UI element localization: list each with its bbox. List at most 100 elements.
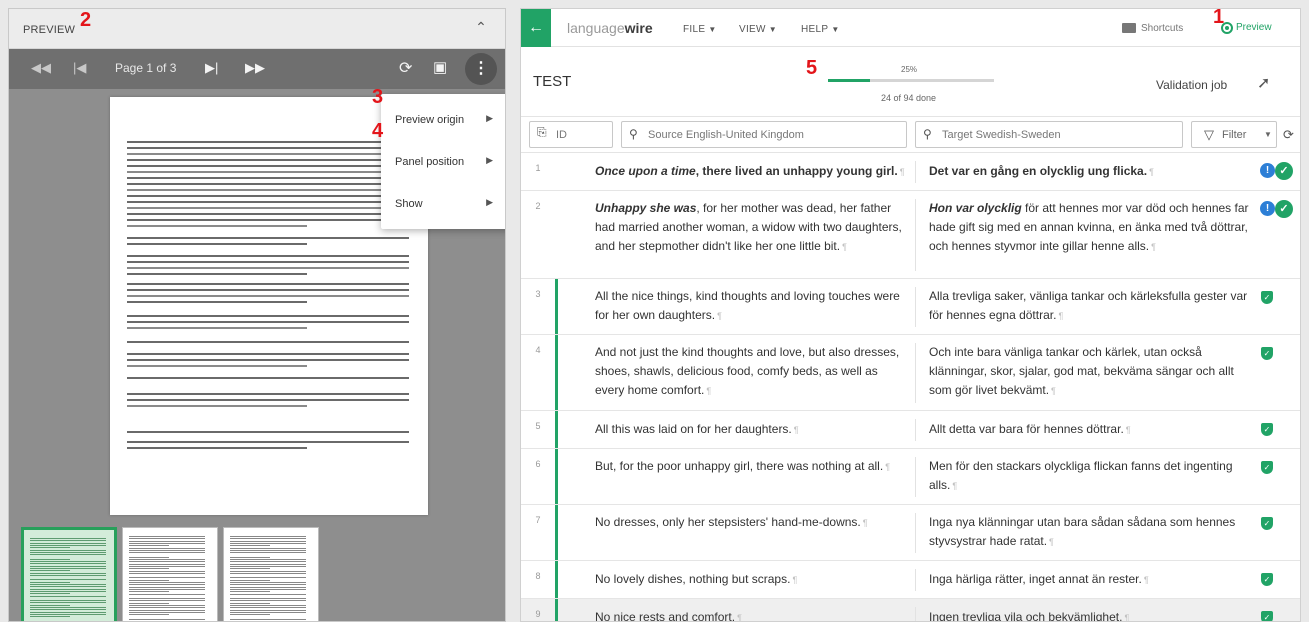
thumbnail-text-line	[230, 586, 306, 588]
editor-panel: ← languagewire FILE ▼ VIEW ▼ HELP ▼ Shortcu…	[520, 8, 1301, 622]
source-text[interactable]: No nice rests and comfort. ¶	[595, 608, 905, 622]
reload-icon[interactable]: ⟳	[399, 58, 412, 78]
thumbnail-text-line	[129, 593, 205, 595]
chevron-up-icon[interactable]: ⌃	[471, 19, 491, 36]
refresh-icon[interactable]: ⟳	[1283, 127, 1294, 143]
menu-file[interactable]: FILE ▼	[683, 24, 717, 35]
annotation-3: 3	[372, 86, 384, 108]
segment-row[interactable]: 5 All this was laid on for her daughters.…	[521, 411, 1300, 449]
caret-down-icon: ▼	[768, 25, 777, 34]
segment-row[interactable]: 6 But, for the poor unhappy girl, there w…	[521, 449, 1300, 505]
thumbnail-text-line	[230, 593, 306, 595]
keyboard-icon[interactable]	[1122, 23, 1136, 33]
back-arrow-icon[interactable]: ←	[521, 9, 551, 47]
more-vertical-icon[interactable]: ⋮	[465, 53, 497, 85]
validated-shield-icon[interactable]: ✓	[1261, 573, 1273, 586]
source-text[interactable]: Unhappy she was, for her mother was dead…	[595, 199, 905, 257]
thumbnail-text-line	[129, 559, 205, 560]
page-text-line	[127, 153, 409, 155]
source-text[interactable]: All this was laid on for her daughters. ¶	[595, 420, 905, 440]
segment-row[interactable]: 8 No lovely dishes, nothing but scraps. ¶ I…	[521, 561, 1300, 599]
job-bar: TEST 25% 24 of 94 done Validation job ➚	[521, 47, 1300, 117]
annotation-1: 1	[1213, 6, 1225, 28]
page-text-line	[127, 405, 307, 407]
column-divider	[915, 569, 916, 591]
prev-page-icon[interactable]: |◀	[73, 60, 86, 76]
first-page-icon[interactable]: ◀◀	[31, 60, 51, 76]
thumbnail-text-line	[129, 536, 205, 537]
target-text[interactable]: Det var en gång en olycklig ung flicka. ¶	[929, 162, 1249, 182]
thumbnail-text-line	[230, 568, 270, 570]
preview-toggle[interactable]: Preview	[1236, 22, 1272, 33]
chevron-right-icon: ▶	[486, 197, 493, 207]
app-root: PREVIEW ⌃ ◀◀ |◀ Page 1 of 3 ▶| ▶▶ ⟳ ▣ ⋮ …	[0, 0, 1309, 622]
annotation-2: 2	[80, 9, 92, 31]
menu-item-panel-position[interactable]: Panel position ▶	[381, 142, 505, 182]
source-text[interactable]: No lovely dishes, nothing but scraps. ¶	[595, 570, 905, 590]
segment-row[interactable]: 4 And not just the kind thoughts and love…	[521, 335, 1300, 411]
target-text[interactable]: Inga nya klänningar utan bara sådan såda…	[929, 513, 1249, 552]
target-text[interactable]: Inga härliga rätter, inget annat än rest…	[929, 570, 1249, 590]
target-text[interactable]: Allt detta var bara för hennes döttrar. ¶	[929, 420, 1249, 440]
menu-help[interactable]: HELP ▼	[801, 24, 840, 35]
thumbnail-page-1[interactable]	[21, 527, 117, 621]
menu-view[interactable]: VIEW ▼	[739, 24, 777, 35]
validated-shield-icon[interactable]: ✓	[1261, 517, 1273, 530]
menu-item-show[interactable]: Show ▶	[381, 184, 505, 224]
segment-row[interactable]: 2 Unhappy she was, for her mother was dea…	[521, 191, 1300, 279]
thumbnail-text-line	[129, 611, 205, 613]
segment-number: 9	[521, 599, 555, 621]
segment-status-bar	[555, 599, 558, 621]
source-text[interactable]: Once upon a time, there lived an unhappy…	[595, 162, 905, 182]
open-external-icon[interactable]: ▣	[433, 58, 447, 76]
thumbnail-text-line	[129, 552, 205, 554]
target-text[interactable]: Men för den stackars olyckliga flickan f…	[929, 457, 1249, 496]
segment-row[interactable]: 3 All the nice things, kind thoughts and …	[521, 279, 1300, 335]
segment-number: 2	[521, 191, 555, 278]
menu-item-preview-origin[interactable]: Preview origin ▶	[381, 100, 505, 140]
validated-shield-icon[interactable]: ✓	[1261, 461, 1273, 474]
segment-row[interactable]: 9 No nice rests and comfort. ¶ Ingen trevli…	[521, 599, 1300, 622]
info-icon[interactable]: !	[1260, 201, 1275, 216]
thumbnail-text-line	[30, 595, 106, 597]
confirmed-check-icon[interactable]: ✓	[1275, 162, 1293, 180]
page-text-line	[127, 219, 409, 221]
source-text-content: No lovely dishes, nothing but scraps.	[595, 572, 791, 586]
target-text[interactable]: Alla trevliga saker, vänliga tankar och …	[929, 287, 1249, 326]
validated-shield-icon[interactable]: ✓	[1261, 291, 1273, 304]
next-page-icon[interactable]: ▶|	[205, 60, 218, 76]
segment-number-label: 6	[535, 459, 541, 469]
target-text[interactable]: Och inte bara vänliga tankar och kärlek,…	[929, 343, 1249, 401]
last-page-icon[interactable]: ▶▶	[245, 60, 265, 76]
shortcuts-link[interactable]: Shortcuts	[1141, 23, 1183, 34]
thumbnail-text-line	[30, 613, 106, 615]
info-icon[interactable]: !	[1260, 163, 1275, 178]
source-text[interactable]: No dresses, only her stepsisters' hand-m…	[595, 513, 905, 533]
validated-shield-icon[interactable]: ✓	[1261, 423, 1273, 436]
thumbnail-text-line	[230, 598, 306, 600]
page-text-line	[127, 315, 409, 317]
target-text-content: Och inte bara vänliga tankar och kärlek,…	[929, 345, 1234, 397]
target-text[interactable]: Hon var olycklig för att hennes mor var …	[929, 199, 1249, 257]
thumbnail-page-3[interactable]	[223, 527, 319, 621]
filter-button[interactable]: ▽ Filter ▼	[1191, 121, 1277, 148]
thumbnail-text-line	[230, 584, 306, 586]
segment-number-label: 8	[535, 571, 541, 581]
thumbnail-text-line	[30, 611, 106, 613]
validated-shield-icon[interactable]: ✓	[1261, 347, 1273, 360]
source-search-input[interactable]	[621, 121, 907, 148]
source-text[interactable]: But, for the poor unhappy girl, there wa…	[595, 457, 905, 477]
target-text[interactable]: Ingen trevliga vila och bekvämlighet. ¶	[929, 608, 1249, 621]
pilcrow-icon: ¶	[737, 613, 742, 622]
confirmed-check-icon[interactable]: ✓	[1275, 200, 1293, 218]
thumbnail-page-2[interactable]	[122, 527, 218, 621]
thumbnail-text-line	[129, 591, 169, 593]
source-text[interactable]: All the nice things, kind thoughts and l…	[595, 287, 905, 326]
segment-number-label: 5	[535, 421, 541, 431]
source-text[interactable]: And not just the kind thoughts and love,…	[595, 343, 905, 401]
segment-row[interactable]: 1 Once upon a time, there lived an unhapp…	[521, 153, 1300, 191]
segment-row[interactable]: 7 No dresses, only her stepsisters' hand-…	[521, 505, 1300, 561]
validated-shield-icon[interactable]: ✓	[1261, 611, 1273, 621]
pin-icon[interactable]: ➚	[1257, 73, 1270, 93]
target-search-input[interactable]	[915, 121, 1183, 148]
